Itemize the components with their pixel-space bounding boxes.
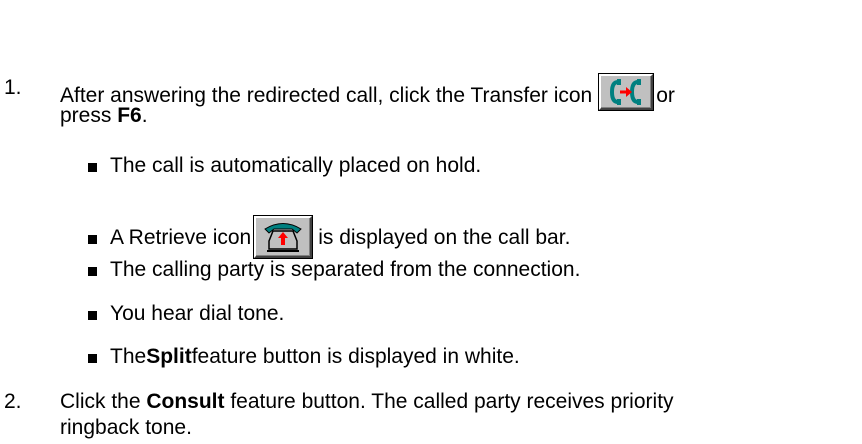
step-1-line-1: After answering the redirected call, cli… (60, 44, 850, 110)
bullet-item: The call is automatically placed on hold… (88, 152, 481, 180)
bullet-marker (88, 354, 97, 363)
step-2-line-1: Click the Consult feature button. The ca… (60, 390, 674, 413)
bullet-item: The Split feature button is displayed in… (88, 343, 520, 371)
retrieve-glyph (264, 223, 303, 252)
retrieve-icon (254, 216, 313, 258)
step-2-line-2: ringback tone. (60, 416, 192, 439)
split-label: Split (146, 345, 192, 368)
instruction-document: 1. After answering the redirected call, … (0, 0, 862, 444)
bullet-marker (88, 163, 97, 172)
bullet-item: A Retrieve icon is displayed on the call… (88, 210, 570, 258)
key-f6: F6 (117, 104, 142, 127)
bullet-marker (88, 267, 97, 276)
step-1-number: 1. (4, 76, 22, 99)
consult-label: Consult (146, 390, 225, 413)
bullet-marker (88, 235, 97, 244)
step-1-line-2: press F6. (60, 104, 148, 127)
step-2-number: 2. (4, 390, 22, 413)
bullet-marker (88, 311, 97, 320)
bullet-item: You hear dial tone. (88, 300, 284, 328)
bullet-item: The calling party is separated from the … (88, 256, 580, 284)
